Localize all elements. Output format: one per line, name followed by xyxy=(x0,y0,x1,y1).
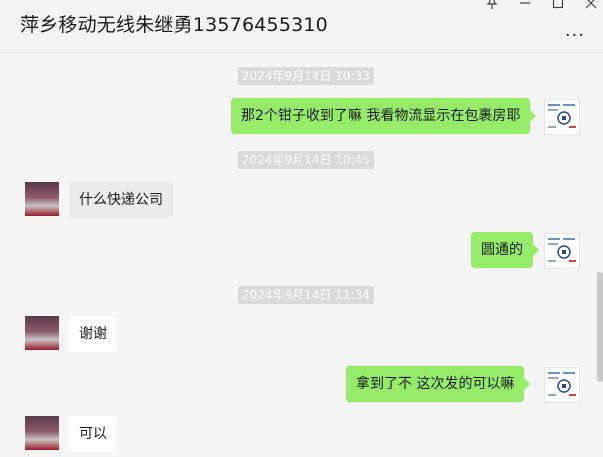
contact-message-bubble[interactable]: 可以 xyxy=(69,416,117,452)
qr-avatar-icon xyxy=(548,372,576,396)
chat-area[interactable]: 2024年9月14日 10:33 那2个钳子收到了嘛 我看物流显示在包裹房耶 2… xyxy=(0,53,603,457)
chat-header: 萍乡移动无线朱继勇13576455310 ... xyxy=(0,0,603,53)
chat-scrollbar[interactable] xyxy=(597,272,603,382)
close-icon[interactable] xyxy=(584,0,598,10)
timestamp: 2024年9月14日 10:45 xyxy=(238,151,374,169)
more-options-icon[interactable]: ... xyxy=(565,22,585,40)
contact-avatar[interactable] xyxy=(25,182,59,216)
my-message-bubble[interactable]: 圆通的 xyxy=(471,232,539,268)
my-message-bubble[interactable]: 拿到了不 这次发的可以嘛 xyxy=(346,366,531,402)
maximize-icon[interactable] xyxy=(551,0,565,10)
contact-message-bubble[interactable]: 谢谢 xyxy=(69,316,117,352)
my-avatar[interactable] xyxy=(544,233,580,269)
minimize-icon[interactable] xyxy=(518,0,532,10)
my-avatar[interactable] xyxy=(544,367,580,403)
my-message-bubble[interactable]: 那2个钳子收到了嘛 我看物流显示在包裹房耶 xyxy=(231,98,537,134)
my-avatar[interactable] xyxy=(544,99,580,135)
contact-avatar[interactable] xyxy=(25,316,59,350)
contact-message-bubble[interactable]: 什么快递公司 xyxy=(69,182,173,218)
timestamp: 2024年9月14日 11:34 xyxy=(238,286,374,304)
chat-title: 萍乡移动无线朱继勇13576455310 xyxy=(20,14,328,36)
qr-avatar-icon xyxy=(548,238,576,262)
contact-avatar[interactable] xyxy=(25,416,59,450)
pin-icon[interactable] xyxy=(485,0,499,10)
timestamp: 2024年9月14日 10:33 xyxy=(238,67,374,85)
qr-avatar-icon xyxy=(548,104,576,128)
